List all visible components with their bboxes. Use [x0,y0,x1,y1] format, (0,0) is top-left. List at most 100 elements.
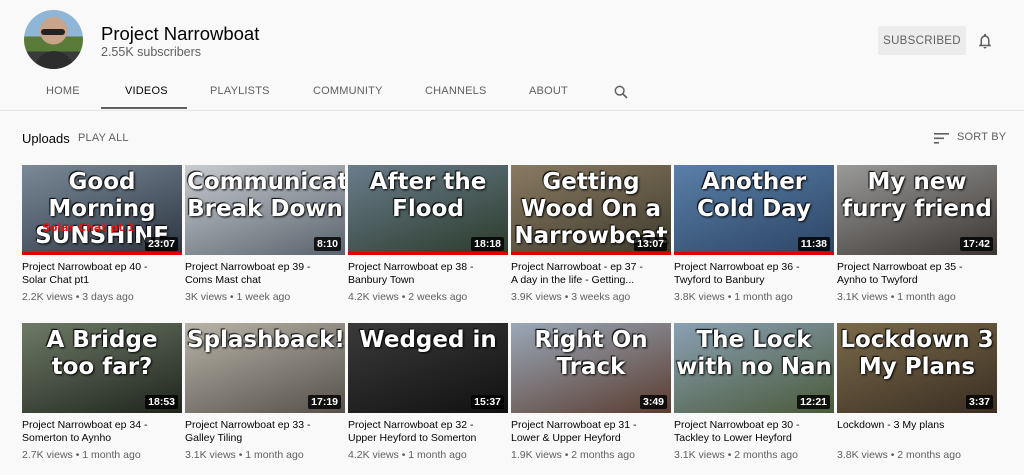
upload-age: 1 week ago [236,291,291,303]
section-title: Uploads [22,131,70,146]
thumbnail-text: Lockdown 3 My Plans [840,327,994,380]
tab-about[interactable]: ABOUT [529,85,568,97]
tab-videos[interactable]: VIDEOS [125,85,168,97]
meta-separator: • [561,291,572,303]
video-title-line2: Aynho to Twyford [837,274,918,286]
video-thumbnail[interactable]: Communication Break Down 8:10 [185,165,345,255]
meta-separator: • [887,449,898,461]
view-count: 1.9K views [511,449,562,461]
duration-badge: 17:42 [960,237,993,251]
video-card[interactable]: Wedged in 15:37 Project Narrowboat ep 32 -… [348,323,508,475]
avatar-glasses [41,29,65,35]
upload-age: 1 month ago [82,449,141,461]
video-title[interactable]: Project Narrowboat ep 34 - Somerton to Ay… [22,419,182,445]
video-card[interactable]: Communication Break Down8:10 Project Narr… [185,165,345,317]
video-title-line1: Project Narrowboat ep 35 - [837,261,963,273]
tab-playlists[interactable]: PLAYLISTS [210,85,270,97]
upload-age: 2 months ago [571,449,635,461]
video-title-line1: Project Narrowboat ep 32 - [348,419,474,431]
video-title[interactable]: Project Narrowboat - ep 37 -A day in the… [511,261,671,287]
channel-avatar[interactable] [24,10,83,69]
video-title[interactable]: Project Narrowboat ep 40 - Solar Chat pt1 [22,261,182,287]
sort-icon[interactable] [934,133,949,144]
video-card[interactable]: After the Flood 18:18 Project Narrowboat e… [348,165,508,317]
thumbnail-text: My new furry friend [842,169,992,222]
video-title[interactable]: Project Narrowboat ep 31 - Lower & Upper … [511,419,671,445]
video-meta: 3.1K views • 2 months ago [674,449,834,461]
upload-age: 1 month ago [408,449,467,461]
video-title-line1: Project Narrowboat ep 33 - [185,419,311,431]
upload-age: 3 weeks ago [571,291,631,303]
video-title[interactable]: Project Narrowboat ep 32 - Upper Heyford … [348,419,508,445]
play-all-button[interactable]: PLAY ALL [78,132,129,144]
view-count: 3.8K views [674,291,725,303]
thumbnail-subtext: Solar Chat pt 1 [42,221,135,234]
meta-separator: • [72,291,83,303]
duration-badge: 15:37 [471,395,504,409]
upload-age: 2 months ago [897,449,961,461]
search-icon[interactable] [613,84,629,100]
video-card[interactable]: Another Cold Day 11:38 Project Narrowboat … [674,165,834,317]
thumbnail-text: The Lock with no Nan [676,327,832,380]
subscribed-button[interactable]: SUBSCRIBED [878,26,966,55]
video-title-line2: Upper Heyford to Somerton [348,432,477,444]
video-thumbnail[interactable]: Splashback! 17:19 [185,323,345,413]
meta-separator: • [398,449,409,461]
video-title-line2: Tackley to Lower Heyford [674,432,792,444]
view-count: 3.1K views [674,449,725,461]
video-thumbnail[interactable]: Right On Track 3:49 [511,323,671,413]
video-thumbnail[interactable]: A Bridge too far? 18:53 [22,323,182,413]
video-title[interactable]: Project Narrowboat ep 35 - Aynho to Twyfo… [837,261,997,287]
video-card[interactable]: Good Morning SUNSHINE Solar Chat pt 1 23:0… [22,165,182,317]
video-meta: 3.8K views • 1 month ago [674,291,834,303]
thumbnail-text: Splashback! [187,327,345,353]
video-card[interactable]: My new furry friend 17:42 Project Narrowbo… [837,165,997,317]
video-meta: 2.2K views • 3 days ago [22,291,182,303]
video-card[interactable]: Getting Wood On a Narrowboat 13:07 Project… [511,165,671,317]
video-thumbnail[interactable]: The Lock with no Nan 12:21 [674,323,834,413]
video-card[interactable]: Lockdown 3 My Plans 3:37 Lockdown - 3 My p… [837,323,997,475]
meta-separator: • [398,291,409,303]
video-thumbnail[interactable]: After the Flood 18:18 [348,165,508,255]
video-card[interactable]: The Lock with no Nan 12:21 Project Narrowb… [674,323,834,475]
video-card[interactable]: A Bridge too far? 18:53 Project Narrowboat… [22,323,182,475]
video-title[interactable]: Project Narrowboat ep 33 - Galley Tiling [185,419,345,445]
meta-separator: • [561,449,572,461]
video-card[interactable]: Right On Track 3:49 Project Narrowboat ep … [511,323,671,475]
bell-icon[interactable] [976,31,994,51]
video-thumbnail[interactable]: Good Morning SUNSHINE Solar Chat pt 1 23:0… [22,165,182,255]
video-meta: 4.2K views • 2 weeks ago [348,291,508,303]
view-count: 3.9K views [511,291,562,303]
sort-by-button[interactable]: SORT BY [957,131,1006,143]
video-thumbnail[interactable]: Another Cold Day 11:38 [674,165,834,255]
view-count: 2.2K views [22,291,73,303]
meta-separator: • [72,449,83,461]
video-title[interactable]: Project Narrowboat ep 39 - Coms Mast chat [185,261,345,287]
video-title[interactable]: Project Narrowboat ep 30 - Tackley to Low… [674,419,834,445]
video-thumbnail[interactable]: Getting Wood On a Narrowboat 13:07 [511,165,671,255]
meta-separator: • [724,449,735,461]
video-title[interactable]: Lockdown - 3 My plans [837,419,997,432]
upload-age: 3 days ago [82,291,134,303]
tab-community[interactable]: COMMUNITY [313,85,383,97]
video-thumbnail[interactable]: My new furry friend 17:42 [837,165,997,255]
video-title-line1: Lockdown - 3 My plans [837,419,945,431]
meta-separator: • [887,291,898,303]
video-thumbnail[interactable]: Lockdown 3 My Plans 3:37 [837,323,997,413]
video-meta: 1.9K views • 2 months ago [511,449,671,461]
video-card[interactable]: Splashback! 17:19 Project Narrowboat ep 33… [185,323,345,475]
active-tab-indicator [101,107,187,109]
meta-separator: • [227,291,237,303]
view-count: 2.7K views [22,449,73,461]
video-thumbnail[interactable]: Wedged in 15:37 [348,323,508,413]
duration-badge: 8:10 [313,237,341,251]
channel-name: Project Narrowboat [101,23,260,44]
video-title[interactable]: Project Narrowboat ep 36 - Twyford to Ban… [674,261,834,287]
duration-badge: 17:19 [308,395,341,409]
channel-tabs: HOME VIDEOS PLAYLISTS COMMUNITY CHANNELS… [0,72,1024,110]
video-title-line1: Project Narrowboat ep 30 - [674,419,800,431]
watch-progress-bar [348,252,508,255]
tab-channels[interactable]: CHANNELS [425,85,487,97]
video-title[interactable]: Project Narrowboat ep 38 - Banbury Town [348,261,508,287]
tab-home[interactable]: HOME [46,85,80,97]
